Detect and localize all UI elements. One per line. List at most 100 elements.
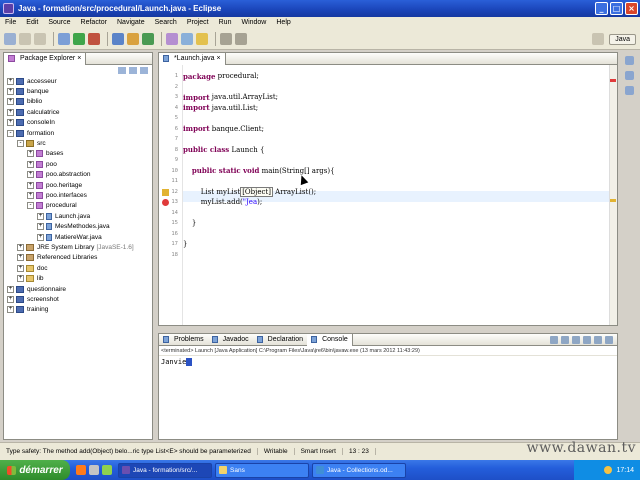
expand-icon[interactable]: +: [7, 77, 14, 85]
tree-item[interactable]: + poo: [7, 159, 152, 169]
start-button[interactable]: démarrer: [0, 460, 70, 480]
expand-icon[interactable]: +: [27, 150, 34, 158]
expand-icon[interactable]: +: [7, 306, 14, 314]
menu-item-run[interactable]: Run: [214, 19, 237, 26]
firefox-icon[interactable]: [76, 465, 86, 475]
code-area[interactable]: package procedural; import java.util.Arra…: [183, 65, 609, 325]
tree-item[interactable]: - procedural: [7, 201, 152, 211]
expand-icon[interactable]: +: [7, 108, 14, 116]
expand-icon[interactable]: +: [17, 254, 24, 262]
close-icon[interactable]: ×: [77, 55, 81, 62]
new-package-icon[interactable]: [127, 32, 139, 45]
close-button[interactable]: ×: [625, 2, 638, 15]
menu-item-window[interactable]: Window: [236, 19, 271, 26]
tab-problems[interactable]: Problems: [159, 334, 208, 346]
warning-marker[interactable]: [610, 199, 616, 202]
tree-item[interactable]: + lib: [7, 273, 152, 283]
tab-console[interactable]: Console: [307, 333, 353, 346]
debug-icon[interactable]: [58, 32, 70, 45]
outline-icon[interactable]: [624, 56, 634, 65]
print-icon[interactable]: [34, 32, 46, 45]
new-class-icon[interactable]: [142, 32, 154, 45]
task-sans[interactable]: Sans: [215, 462, 309, 478]
tree-item[interactable]: + MesMethodes.java: [7, 221, 152, 231]
menu-item-project[interactable]: Project: [182, 19, 214, 26]
collapse-icon[interactable]: -: [7, 129, 14, 137]
expand-icon[interactable]: +: [27, 191, 34, 199]
run-icon[interactable]: [73, 32, 85, 45]
task-eclipse[interactable]: Java - formation/src/...: [118, 462, 212, 478]
collapse-icon[interactable]: -: [27, 202, 34, 210]
tree-item[interactable]: + training: [7, 305, 152, 315]
tree-item[interactable]: + doc: [7, 263, 152, 273]
tab-javadoc[interactable]: Javadoc: [208, 334, 253, 346]
expand-icon[interactable]: +: [37, 223, 44, 231]
expand-icon[interactable]: +: [37, 233, 44, 241]
editor-overview-ruler[interactable]: [609, 65, 617, 325]
expand-icon[interactable]: +: [7, 285, 14, 293]
error-marker[interactable]: [610, 79, 616, 82]
scroll-lock-icon[interactable]: [583, 336, 591, 344]
expand-icon[interactable]: +: [27, 160, 34, 168]
tree-item[interactable]: - src: [7, 138, 152, 148]
external-tools-icon[interactable]: [88, 32, 100, 45]
terminate-icon[interactable]: [550, 336, 558, 344]
explorer-icon[interactable]: [89, 465, 99, 475]
tree-item[interactable]: + accesseur: [7, 76, 152, 86]
expand-icon[interactable]: +: [7, 295, 14, 303]
task-collections[interactable]: Java - Collections.od...: [312, 462, 406, 478]
search-icon[interactable]: [181, 32, 193, 45]
expand-icon[interactable]: +: [17, 243, 24, 251]
view-menu-icon[interactable]: [140, 67, 148, 74]
expand-icon[interactable]: +: [17, 275, 24, 283]
media-icon[interactable]: [102, 465, 112, 475]
tree-item[interactable]: + MatiereWar.java: [7, 232, 152, 242]
expand-icon[interactable]: +: [17, 264, 24, 272]
expand-icon[interactable]: +: [37, 212, 44, 220]
tree-item[interactable]: + poo.abstraction: [7, 170, 152, 180]
menu-item-source[interactable]: Source: [43, 19, 75, 26]
warning-icon[interactable]: [162, 188, 169, 196]
tab-declaration[interactable]: Declaration: [253, 334, 307, 346]
expand-icon[interactable]: +: [27, 171, 34, 179]
menu-item-refactor[interactable]: Refactor: [76, 19, 112, 26]
save-icon[interactable]: [19, 32, 31, 45]
new-java-project-icon[interactable]: [112, 32, 124, 45]
maximize-button[interactable]: □: [610, 2, 623, 15]
error-icon[interactable]: [162, 199, 169, 206]
menu-item-navigate[interactable]: Navigate: [112, 19, 150, 26]
tab-package-explorer[interactable]: Package Explorer ×: [4, 52, 87, 65]
console-output[interactable]: Janvie: [159, 356, 617, 368]
tree-item[interactable]: + poo.heritage: [7, 180, 152, 190]
tab-launch-java[interactable]: *Launch.java ×: [159, 52, 226, 65]
menu-item-search[interactable]: Search: [150, 19, 182, 26]
menu-item-help[interactable]: Help: [271, 19, 295, 26]
collapse-icon[interactable]: -: [17, 140, 24, 148]
minimize-button[interactable]: _: [595, 2, 608, 15]
annotation-icon[interactable]: [196, 32, 208, 45]
tree-item[interactable]: + JRE System Library [JavaSE-1.6]: [7, 242, 152, 252]
remove-launch-icon[interactable]: [561, 336, 569, 344]
pin-console-icon[interactable]: [594, 336, 602, 344]
tree-item[interactable]: + questionnaire: [7, 284, 152, 294]
forward-icon[interactable]: [235, 32, 247, 45]
hierarchy-icon[interactable]: [624, 86, 634, 95]
close-icon[interactable]: ×: [216, 55, 220, 62]
back-icon[interactable]: [220, 32, 232, 45]
open-perspective-icon[interactable]: [592, 33, 605, 45]
tree-item[interactable]: - formation: [7, 128, 152, 138]
expand-icon[interactable]: +: [27, 181, 34, 189]
open-type-icon[interactable]: [166, 32, 178, 45]
tree-item[interactable]: + biblio: [7, 97, 152, 107]
tree-item[interactable]: + Referenced Libraries: [7, 253, 152, 263]
tree-item[interactable]: + Launch.java: [7, 211, 152, 221]
tree-item[interactable]: + screenshot: [7, 294, 152, 304]
menu-item-file[interactable]: File: [0, 19, 21, 26]
expand-icon[interactable]: +: [7, 88, 14, 96]
perspective-java-button[interactable]: Java: [609, 33, 636, 45]
link-editor-icon[interactable]: [129, 67, 137, 74]
collapse-all-icon[interactable]: [118, 67, 126, 74]
expand-icon[interactable]: +: [7, 98, 14, 106]
tree-item[interactable]: + banque: [7, 86, 152, 96]
clear-console-icon[interactable]: [572, 336, 580, 344]
